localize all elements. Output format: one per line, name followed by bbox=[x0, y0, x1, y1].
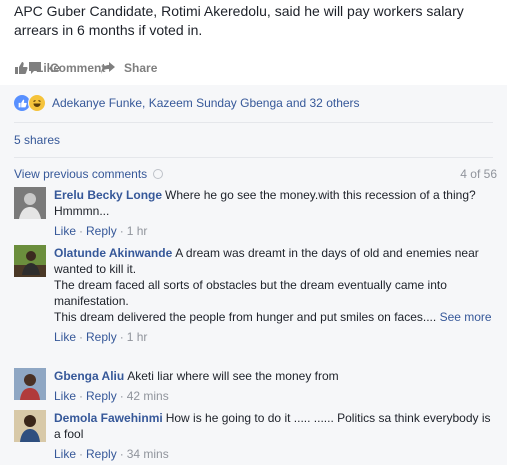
post-text: APC Guber Candidate, Rotimi Akeredolu, s… bbox=[14, 3, 464, 38]
comment-timestamp[interactable]: 1 hr bbox=[127, 223, 148, 239]
comment-text: This dream delivered the people from hun… bbox=[54, 310, 437, 324]
comment-author[interactable]: Erelu Becky Longe bbox=[54, 188, 162, 202]
comment-reply-link[interactable]: Reply bbox=[86, 446, 117, 462]
comment-item: Olatunde Akinwande A dream was dreamt in … bbox=[14, 245, 495, 345]
comment-button[interactable]: Comment bbox=[28, 61, 457, 75]
avatar[interactable] bbox=[14, 368, 46, 400]
comment-timestamp[interactable]: 1 hr bbox=[127, 329, 148, 345]
comment-icon bbox=[29, 62, 41, 74]
comment-item: Demola Fawehinmi How is he going to do it… bbox=[14, 410, 495, 462]
comments-count: 4 of 56 bbox=[460, 167, 497, 181]
comment-like-link[interactable]: Like bbox=[54, 388, 76, 404]
see-more-link[interactable]: See more bbox=[440, 310, 492, 324]
comment-reply-link[interactable]: Reply bbox=[86, 223, 117, 239]
comment-reply-link[interactable]: Reply bbox=[86, 329, 117, 345]
comment-timestamp[interactable]: 34 mins bbox=[127, 446, 169, 462]
haha-reaction-icon bbox=[28, 94, 46, 112]
comment-label: Comment bbox=[50, 61, 106, 75]
comment-item: Erelu Becky Longe Where he go see the mon… bbox=[14, 187, 495, 239]
comment-like-link[interactable]: Like bbox=[54, 329, 76, 345]
view-previous-label: View previous comments bbox=[14, 167, 148, 181]
comment-like-link[interactable]: Like bbox=[54, 223, 76, 239]
post-actions-bar: Like Comment Share bbox=[14, 57, 507, 79]
view-previous-comments-link[interactable]: View previous comments bbox=[14, 167, 164, 181]
comment-like-link[interactable]: Like bbox=[54, 446, 76, 462]
comment-text: The dream faced all sorts of obstacles b… bbox=[54, 278, 447, 308]
comment-timestamp[interactable]: 42 mins bbox=[127, 388, 169, 404]
comment-author[interactable]: Demola Fawehinmi bbox=[54, 411, 163, 425]
thumbs-up-icon bbox=[15, 62, 28, 74]
avatar[interactable] bbox=[14, 245, 46, 277]
divider bbox=[14, 157, 493, 158]
comment-text: Aketi liar where will see the money from bbox=[127, 369, 339, 383]
reactions-summary[interactable]: Adekanye Funke, Kazeem Sunday Gbenga and… bbox=[13, 93, 360, 113]
shares-count[interactable]: 5 shares bbox=[14, 133, 60, 147]
comment-reply-link[interactable]: Reply bbox=[86, 388, 117, 404]
reactions-names[interactable]: Adekanye Funke, Kazeem Sunday Gbenga and… bbox=[52, 96, 360, 110]
loading-spinner-icon bbox=[153, 169, 164, 179]
divider bbox=[14, 122, 493, 123]
comment-item: Gbenga Aliu Aketi liar where will see the… bbox=[14, 368, 495, 404]
comment-author[interactable]: Gbenga Aliu bbox=[54, 369, 124, 383]
comment-author[interactable]: Olatunde Akinwande bbox=[54, 246, 172, 260]
avatar[interactable] bbox=[14, 187, 46, 219]
avatar[interactable] bbox=[14, 410, 46, 442]
